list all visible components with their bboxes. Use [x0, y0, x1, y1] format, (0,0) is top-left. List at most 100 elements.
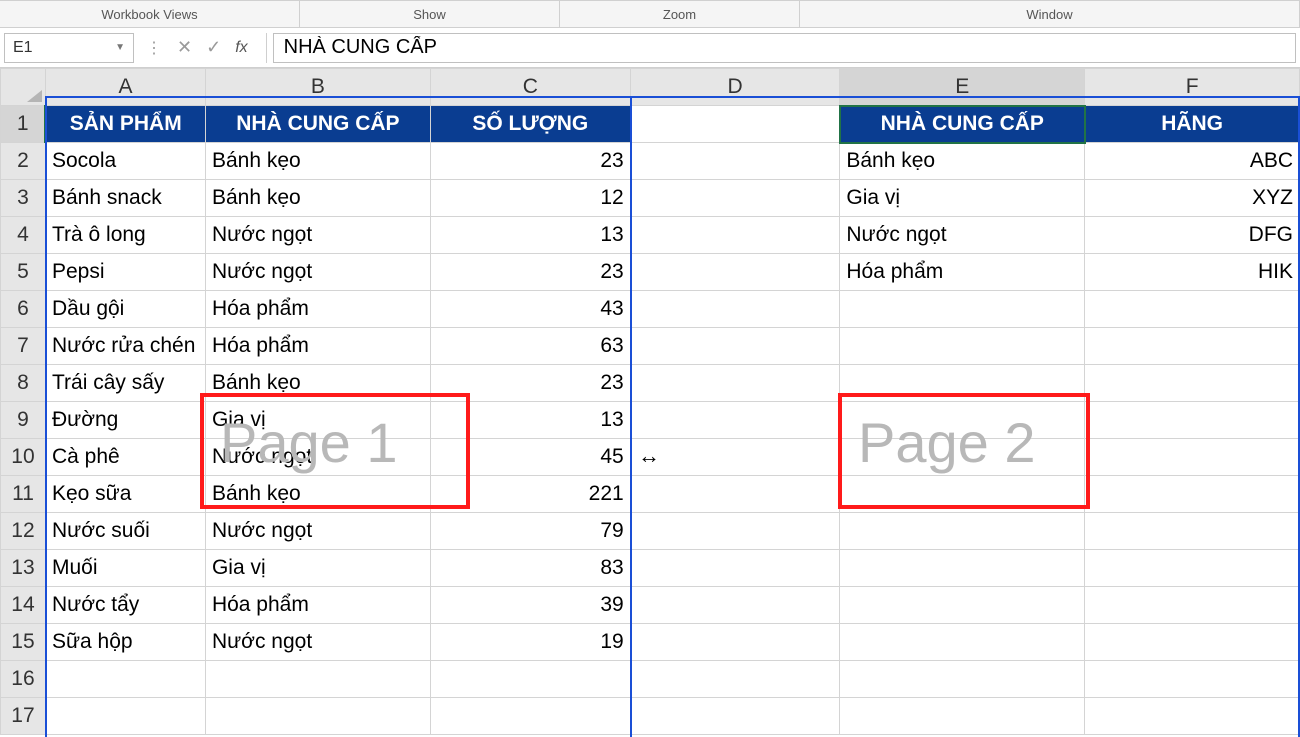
cell[interactable]: 13 — [430, 217, 630, 254]
table-row[interactable]: 10Cà phêNước ngọt45 — [1, 439, 1300, 476]
cell[interactable] — [1085, 365, 1300, 402]
cell[interactable] — [840, 365, 1085, 402]
cell[interactable] — [630, 550, 840, 587]
table-row[interactable]: 9ĐườngGia vị13 — [1, 402, 1300, 439]
cell[interactable] — [630, 180, 840, 217]
cell[interactable]: 19 — [430, 624, 630, 661]
cell[interactable] — [630, 476, 840, 513]
cell[interactable]: Nước ngọt — [840, 217, 1085, 254]
cell[interactable] — [630, 291, 840, 328]
cell[interactable]: Nước ngọt — [205, 217, 430, 254]
cell[interactable] — [630, 513, 840, 550]
cell[interactable] — [840, 661, 1085, 698]
col-head-F[interactable]: F — [1085, 69, 1300, 106]
cell[interactable] — [1085, 698, 1300, 735]
cell[interactable]: Gia vị — [205, 550, 430, 587]
cell[interactable]: Gia vị — [840, 180, 1085, 217]
cell[interactable]: Hóa phẩm — [205, 291, 430, 328]
cell[interactable] — [1085, 587, 1300, 624]
cell[interactable]: Nước ngọt — [205, 254, 430, 291]
fx-icon[interactable]: fx — [235, 39, 247, 57]
table-row[interactable]: 15Sữa hộpNước ngọt19 — [1, 624, 1300, 661]
cell[interactable]: Nước suối — [45, 513, 205, 550]
cell[interactable] — [630, 328, 840, 365]
table-row[interactable]: 8Trái cây sấyBánh kẹo23 — [1, 365, 1300, 402]
row-head[interactable]: 4 — [1, 217, 46, 254]
row-head[interactable]: 16 — [1, 661, 46, 698]
cell[interactable]: Pepsi — [45, 254, 205, 291]
cell[interactable] — [630, 624, 840, 661]
row-head[interactable]: 11 — [1, 476, 46, 513]
col-head-A[interactable]: A — [45, 69, 205, 106]
cell[interactable] — [205, 661, 430, 698]
table-row[interactable]: 11Kẹo sữaBánh kẹo221 — [1, 476, 1300, 513]
cell[interactable] — [1085, 513, 1300, 550]
cell[interactable] — [840, 587, 1085, 624]
cell[interactable] — [1085, 624, 1300, 661]
table-row[interactable]: 17 — [1, 698, 1300, 735]
cell[interactable]: Socola — [45, 143, 205, 180]
cell[interactable]: 83 — [430, 550, 630, 587]
cell[interactable]: Bánh kẹo — [205, 476, 430, 513]
row-head[interactable]: 17 — [1, 698, 46, 735]
cell[interactable]: Đường — [45, 402, 205, 439]
cell[interactable] — [1085, 439, 1300, 476]
cell[interactable] — [840, 624, 1085, 661]
cell[interactable]: 43 — [430, 291, 630, 328]
row-head[interactable]: 5 — [1, 254, 46, 291]
cell[interactable]: DFG — [1085, 217, 1300, 254]
table-row[interactable]: 7Nước rửa chénHóa phẩm63 — [1, 328, 1300, 365]
col-head-D[interactable]: D — [630, 69, 840, 106]
row-head[interactable]: 13 — [1, 550, 46, 587]
table-row[interactable]: 4Trà ô longNước ngọt13Nước ngọtDFG — [1, 217, 1300, 254]
sheet-area[interactable]: A B C D E F 1 SẢN PHẨM NHÀ CUNG CẤP SỐ L… — [0, 68, 1300, 737]
row-head[interactable]: 6 — [1, 291, 46, 328]
cell[interactable]: Bánh kẹo — [205, 365, 430, 402]
cell[interactable] — [630, 143, 840, 180]
cell[interactable] — [430, 698, 630, 735]
table-row[interactable]: 5PepsiNước ngọt23Hóa phẩmHIK — [1, 254, 1300, 291]
cell[interactable] — [840, 550, 1085, 587]
cell[interactable] — [630, 365, 840, 402]
cell[interactable] — [840, 476, 1085, 513]
cell[interactable] — [1085, 476, 1300, 513]
cell[interactable] — [1085, 550, 1300, 587]
enter-icon[interactable]: ✓ — [206, 37, 221, 58]
cell[interactable]: Trái cây sấy — [45, 365, 205, 402]
row-head[interactable]: 8 — [1, 365, 46, 402]
cell[interactable]: Bánh kẹo — [205, 180, 430, 217]
cell[interactable] — [630, 439, 840, 476]
cell[interactable] — [840, 328, 1085, 365]
table-row[interactable]: 14Nước tẩyHóa phẩm39 — [1, 587, 1300, 624]
cell[interactable] — [840, 291, 1085, 328]
cell[interactable]: 63 — [430, 328, 630, 365]
cell[interactable]: Dầu gội — [45, 291, 205, 328]
table-row[interactable]: 3Bánh snackBánh kẹo12Gia vịXYZ — [1, 180, 1300, 217]
cell[interactable]: Gia vị — [205, 402, 430, 439]
cell[interactable]: HÃNG — [1085, 106, 1300, 143]
cell[interactable]: Nước ngọt — [205, 624, 430, 661]
cell[interactable]: 12 — [430, 180, 630, 217]
row-head[interactable]: 12 — [1, 513, 46, 550]
table-row[interactable]: 12Nước suốiNước ngọt79 — [1, 513, 1300, 550]
cell[interactable] — [840, 402, 1085, 439]
row-head[interactable]: 9 — [1, 402, 46, 439]
cell[interactable]: Kẹo sữa — [45, 476, 205, 513]
page-break-line-vertical[interactable] — [630, 96, 632, 737]
cell[interactable] — [1085, 402, 1300, 439]
col-head-C[interactable]: C — [430, 69, 630, 106]
cell[interactable]: XYZ — [1085, 180, 1300, 217]
cancel-icon[interactable]: ✕ — [177, 37, 192, 58]
formula-input[interactable] — [273, 33, 1296, 63]
cell[interactable]: 23 — [430, 365, 630, 402]
cell[interactable]: Nước tẩy — [45, 587, 205, 624]
cell[interactable]: SỐ LƯỢNG — [430, 106, 630, 143]
cell[interactable] — [1085, 328, 1300, 365]
cell[interactable]: Hóa phẩm — [205, 587, 430, 624]
cell[interactable]: 79 — [430, 513, 630, 550]
select-all-corner[interactable] — [1, 69, 46, 106]
cell[interactable]: 23 — [430, 254, 630, 291]
cell[interactable]: 13 — [430, 402, 630, 439]
cell[interactable]: Muối — [45, 550, 205, 587]
name-box-dropdown-icon[interactable]: ▼ — [115, 42, 125, 53]
